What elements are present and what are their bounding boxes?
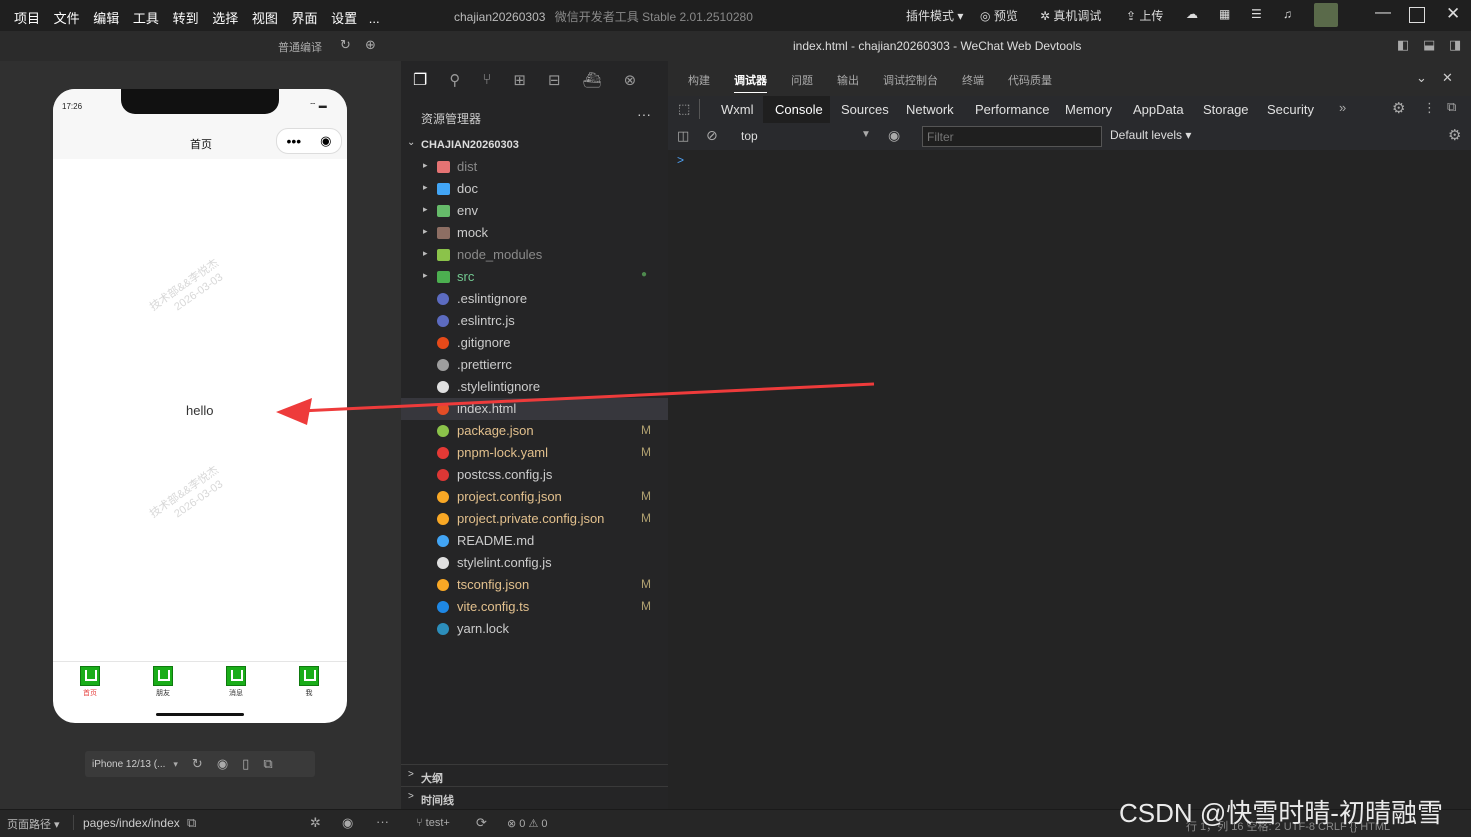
annotation-arrow (276, 382, 875, 425)
more-icon[interactable]: ··· (376, 814, 389, 829)
divider (73, 815, 74, 830)
problems-counter[interactable]: ⊗ 0 ⚠ 0 (507, 817, 548, 830)
error-icon: ⊗ (507, 818, 517, 830)
copy-icon[interactable]: ⧉ (187, 815, 196, 831)
git-branch[interactable]: ⑂ test+ (416, 817, 450, 829)
page-path-label[interactable]: 页面路径 ▾ (7, 816, 60, 832)
eye-icon[interactable]: ◉ (342, 815, 353, 831)
warning-icon: ⚠ (528, 818, 539, 830)
csdn-watermark: CSDN @快雪时晴-初晴融雪 (1119, 798, 1443, 828)
sync-icon[interactable]: ⟳ (476, 815, 487, 831)
git-branch-icon: ⑂ (416, 817, 423, 829)
page-path: pages/index/index (83, 816, 180, 830)
bug-icon[interactable]: ✲ (310, 815, 321, 831)
